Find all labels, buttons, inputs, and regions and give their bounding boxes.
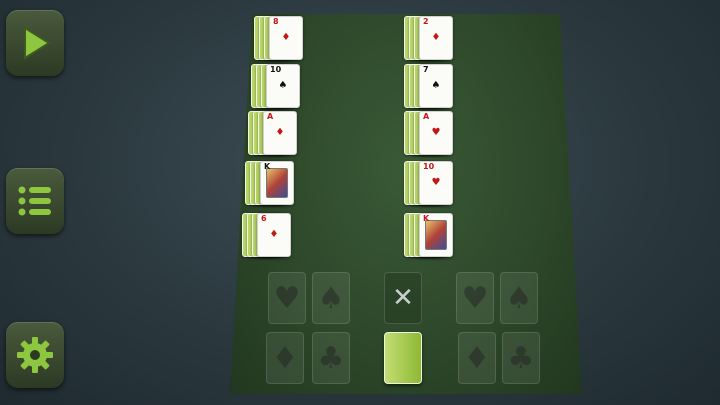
playing-card[interactable]: 10 ♥ bbox=[419, 161, 453, 205]
card-rank: 8 bbox=[273, 17, 279, 26]
foundation-slot-spades[interactable]: ♠ bbox=[312, 272, 350, 324]
play-button[interactable] bbox=[6, 10, 64, 76]
foundation-slot-clubs-right[interactable]: ♣ bbox=[502, 332, 540, 384]
card-suit: ♠ bbox=[431, 80, 441, 91]
tableau-pile[interactable]: 10 ♠ bbox=[251, 64, 311, 108]
playing-card[interactable]: 6 ♦ bbox=[257, 213, 291, 257]
hearts-icon: ♥ bbox=[461, 280, 489, 316]
foundation-slot-diamonds[interactable]: ♦ bbox=[266, 332, 304, 384]
card-suit: ♥ bbox=[431, 127, 441, 138]
playing-card[interactable]: 8 ♦ bbox=[269, 16, 303, 60]
tableau-pile[interactable]: 2 ♦ bbox=[404, 16, 464, 60]
card-rank: 10 bbox=[270, 65, 282, 74]
card-rank: A bbox=[423, 112, 430, 121]
foundation-slot-diamonds-right[interactable]: ♦ bbox=[458, 332, 496, 384]
foundation-slot-hearts[interactable]: ♥ bbox=[268, 272, 306, 324]
playing-card[interactable]: 10 ♠ bbox=[266, 64, 300, 108]
foundation-slot-spades-right[interactable]: ♠ bbox=[500, 272, 538, 324]
card-rank: 6 bbox=[261, 214, 267, 223]
king-face-icon bbox=[266, 168, 288, 198]
card-rank: 2 bbox=[423, 17, 429, 26]
clubs-icon: ♣ bbox=[507, 340, 535, 376]
foundation-slot-hearts-right[interactable]: ♥ bbox=[456, 272, 494, 324]
clubs-icon: ♣ bbox=[317, 340, 345, 376]
king-face-icon bbox=[425, 220, 447, 250]
tableau-pile[interactable]: 8 ♦ bbox=[254, 16, 314, 60]
card-suit: ♦ bbox=[281, 32, 291, 43]
gear-icon bbox=[17, 337, 53, 373]
settings-button[interactable] bbox=[6, 322, 64, 388]
playing-card[interactable]: 7 ♠ bbox=[419, 64, 453, 108]
tableau-pile[interactable]: A ♦ bbox=[248, 111, 308, 155]
card-suit: ♦ bbox=[431, 32, 441, 43]
menu-list-icon bbox=[18, 186, 51, 216]
card-rank: K bbox=[264, 162, 271, 171]
tableau-pile[interactable]: K bbox=[245, 161, 305, 205]
foundation-slot-clubs[interactable]: ♣ bbox=[312, 332, 350, 384]
close-icon: ✕ bbox=[392, 283, 414, 313]
playing-card[interactable]: 2 ♦ bbox=[419, 16, 453, 60]
card-suit: ♦ bbox=[269, 229, 279, 240]
tableau-pile[interactable]: 6 ♦ bbox=[242, 213, 302, 257]
menu-button[interactable] bbox=[6, 168, 64, 234]
card-suit: ♥ bbox=[431, 177, 441, 188]
card-rank: 10 bbox=[423, 162, 435, 171]
stock-empty-slot[interactable]: ✕ bbox=[384, 272, 422, 324]
game-table: 8 ♦ 10 ♠ A ♦ K 6 ♦ 2 ♦ 7 ♠ A ♥ 10 ♥ K ♥ ♠ ♦ ♣ ✕ ♥ ♠ ♦ ♣ bbox=[230, 14, 582, 394]
card-rank: K bbox=[423, 214, 430, 223]
diamonds-icon: ♦ bbox=[463, 340, 491, 376]
diamonds-icon: ♦ bbox=[271, 340, 299, 376]
tableau-pile[interactable]: A ♥ bbox=[404, 111, 464, 155]
play-icon bbox=[24, 26, 51, 60]
tableau-pile[interactable]: 10 ♥ bbox=[404, 161, 464, 205]
playing-card[interactable]: A ♦ bbox=[263, 111, 297, 155]
card-rank: A bbox=[267, 112, 274, 121]
playing-card[interactable]: K bbox=[260, 161, 294, 205]
card-suit: ♠ bbox=[278, 80, 288, 91]
tableau-pile[interactable]: K bbox=[404, 213, 464, 257]
spades-icon: ♠ bbox=[317, 280, 345, 316]
card-suit: ♦ bbox=[275, 127, 285, 138]
card-rank: 7 bbox=[423, 65, 429, 74]
hearts-icon: ♥ bbox=[273, 280, 301, 316]
stock-deck[interactable] bbox=[384, 332, 422, 384]
playing-card[interactable]: K bbox=[419, 213, 453, 257]
playing-card[interactable]: A ♥ bbox=[419, 111, 453, 155]
tableau-pile[interactable]: 7 ♠ bbox=[404, 64, 464, 108]
spades-icon: ♠ bbox=[505, 280, 533, 316]
